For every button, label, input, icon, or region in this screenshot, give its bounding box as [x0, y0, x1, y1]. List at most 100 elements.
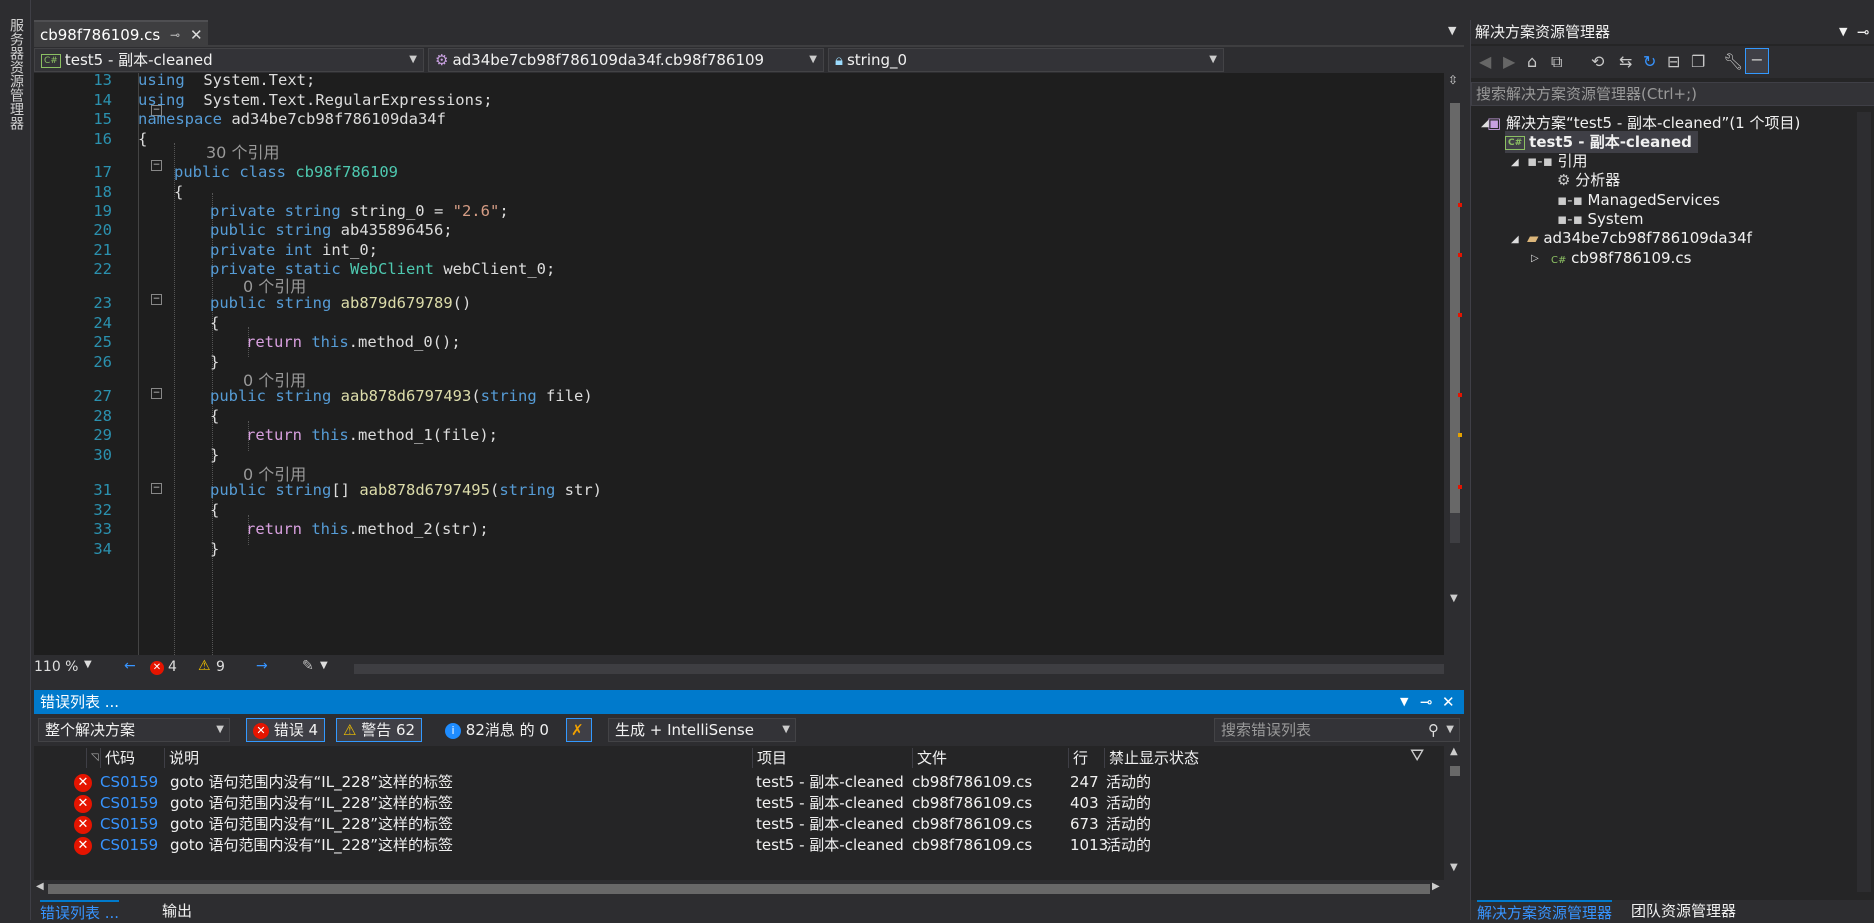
project-dropdown[interactable]: C# test5 - 副本-cleaned ▼ [34, 48, 424, 72]
warning-count[interactable]: 9 [216, 659, 225, 675]
member-dropdown[interactable]: 🔒︎ string_0 ▼ [828, 48, 1224, 72]
code-line[interactable]: return this.method_2(str); [246, 520, 489, 538]
code-line[interactable]: } [210, 446, 219, 464]
scroll-left-icon[interactable]: ◀ [36, 881, 44, 892]
back-icon[interactable]: ◀ [1479, 52, 1491, 71]
tree-file-node[interactable]: C# cb98f786109.cs [1551, 247, 1691, 269]
pin-icon[interactable]: ⊸ [1857, 20, 1870, 44]
collapse-all-icon[interactable]: ⊟ [1667, 52, 1680, 71]
column-header-code[interactable]: 代码 [100, 748, 135, 768]
code-line[interactable]: { [210, 501, 219, 519]
code-line[interactable]: { [174, 183, 183, 201]
window-menu-icon[interactable]: ▼ [1400, 690, 1408, 714]
arrow-right-icon[interactable]: → [256, 658, 268, 674]
home-icon[interactable]: ⌂ [1527, 52, 1537, 71]
search-icon[interactable]: ⚲ [1428, 719, 1439, 741]
chevron-down-icon[interactable]: ▼ [320, 660, 328, 671]
server-explorer-tab[interactable]: 服务器资源管理器 [6, 18, 26, 130]
column-header-description[interactable]: 说明 [164, 748, 199, 768]
error-list-vertical-scrollbar[interactable]: ▲ ▼ [1446, 746, 1464, 880]
scroll-up-icon[interactable]: ▲ [1450, 746, 1458, 757]
code-line[interactable]: private string string_0 = "2.6"; [210, 202, 509, 220]
window-menu-icon[interactable]: ▼ [1839, 20, 1847, 44]
type-dropdown[interactable]: ⚙ ad34be7cb98f786109da34f.cb98f786109 ▼ [428, 48, 824, 72]
column-header-suppression[interactable]: 禁止显示状态 [1104, 748, 1199, 768]
scroll-right-icon[interactable]: ▶ [1432, 881, 1440, 892]
column-chooser-icon[interactable]: ◹ [86, 748, 99, 768]
scope-dropdown[interactable]: 整个解决方案 ▼ [38, 718, 230, 742]
editor-vertical-scrollbar[interactable]: ⇳ ▼ [1444, 73, 1466, 655]
code-line[interactable]: return this.method_1(file); [246, 426, 498, 444]
expand-triangle-icon[interactable]: ◢ [1481, 118, 1489, 129]
code-line[interactable]: } [210, 540, 219, 558]
expand-triangle-icon[interactable]: ◢ [1511, 157, 1519, 168]
solution-explorer-title-bar[interactable]: 解决方案资源管理器 ▼ ⊸ [1471, 20, 1874, 44]
table-row[interactable]: ✕ CS0159 goto 语句范围内没有“IL_228”这样的标签 test5 - … [34, 833, 1444, 858]
chevron-down-icon[interactable]: ▼ [84, 659, 92, 670]
build-filter-dropdown[interactable]: 生成 + IntelliSense ▼ [608, 718, 796, 742]
switch-views-icon[interactable]: ⧉ [1551, 52, 1562, 72]
arrow-left-icon[interactable]: ← [124, 658, 136, 674]
code-line[interactable]: public class cb98f786109 [174, 163, 398, 181]
tab-team-explorer[interactable]: 团队资源管理器 [1631, 900, 1736, 921]
code-editor[interactable]: − − − − − 30 个引用 0 个引用 0 个引用 0 个引用 13 usi… [34, 73, 1444, 655]
refresh-icon[interactable]: ↻ [1643, 52, 1656, 71]
fold-toggle-icon[interactable]: − [151, 483, 162, 494]
error-count[interactable]: 4 [168, 659, 177, 675]
code-line[interactable]: namespace ad34be7cb98f786109da34f [138, 110, 446, 128]
sync-icon[interactable]: ⇆ [1619, 52, 1632, 71]
error-list-title-bar[interactable]: 错误列表 ... ▼ ⊸ ✕ [34, 690, 1464, 714]
code-line[interactable]: return this.method_0(); [246, 333, 461, 351]
error-code-link[interactable]: CS0159 [100, 833, 158, 858]
solution-explorer-scrollbar[interactable] [1857, 112, 1871, 892]
zoom-level[interactable]: 110 % [34, 659, 78, 675]
code-line[interactable]: public string aab878d6797493(string file… [210, 387, 593, 405]
fold-toggle-icon[interactable]: − [151, 160, 162, 171]
clear-filter-icon[interactable]: ✗ [566, 718, 592, 742]
editor-horizontal-scrollbar[interactable] [354, 664, 1444, 674]
collapse-triangle-icon[interactable]: ▷ [1531, 253, 1539, 264]
tab-overflow-icon[interactable]: ▼ [1448, 24, 1456, 37]
scroll-thumb[interactable] [1450, 103, 1460, 513]
code-line[interactable]: public string[] aab878d6797495(string st… [210, 481, 602, 499]
forward-icon[interactable]: ▶ [1503, 52, 1515, 71]
column-header-project[interactable]: 项目 [752, 748, 787, 768]
code-line[interactable]: private static WebClient webClient_0; [210, 260, 555, 278]
warnings-filter-button[interactable]: ⚠ 警告 62 [336, 718, 423, 742]
code-line[interactable]: { [138, 130, 147, 148]
column-header-line[interactable]: 行 [1068, 748, 1088, 768]
code-line[interactable]: { [210, 314, 219, 332]
scroll-thumb[interactable] [1450, 766, 1460, 776]
scroll-down-icon[interactable]: ▼ [1450, 862, 1458, 873]
error-search-input[interactable]: 搜索错误列表 ⚲ ▼ [1214, 718, 1460, 742]
cleanup-brush-icon[interactable]: ✎ [302, 658, 314, 674]
code-line[interactable]: private int int_0; [210, 241, 378, 259]
close-icon[interactable]: ✕ [1442, 690, 1455, 714]
split-icon[interactable]: ⇳ [1448, 73, 1462, 87]
reference-count-lens[interactable]: 30 个引用 [206, 139, 279, 163]
document-tab[interactable]: cb98f786109.cs ⊸ ✕ [34, 20, 208, 46]
history-icon[interactable]: ⟲ [1591, 52, 1604, 71]
properties-wrench-icon[interactable]: 🔧︎ [1723, 52, 1743, 71]
tree-folder-node[interactable]: ▰ ad34be7cb98f786109da34f [1527, 227, 1752, 249]
pin-icon[interactable]: ⊸ [1420, 690, 1433, 714]
fold-toggle-icon[interactable]: − [151, 388, 162, 399]
code-line[interactable]: } [210, 353, 219, 371]
code-line[interactable]: public string ab879d679789() [210, 294, 471, 312]
scroll-down-icon[interactable]: ▼ [1450, 593, 1458, 604]
solution-search-input[interactable]: 搜索解决方案资源管理器(Ctrl+;) [1471, 82, 1874, 106]
error-list-horizontal-scrollbar[interactable]: ◀ ▶ [34, 880, 1444, 898]
column-header-file[interactable]: 文件 [912, 748, 947, 768]
show-all-files-icon[interactable]: ❐ [1691, 52, 1705, 71]
expand-triangle-icon[interactable]: ◢ [1511, 234, 1519, 245]
code-line[interactable]: { [210, 407, 219, 425]
code-line[interactable]: public string ab435896456; [210, 221, 453, 239]
fold-toggle-icon[interactable]: − [151, 294, 162, 305]
tab-output[interactable]: 输出 [162, 900, 192, 921]
code-line[interactable]: using System.Text; [138, 73, 315, 89]
tree-reference-item[interactable]: ⚙ 分析器 [1557, 169, 1620, 191]
errors-filter-button[interactable]: ✕ 错误 4 [246, 718, 326, 742]
scroll-thumb[interactable] [48, 884, 1430, 894]
messages-filter-button[interactable]: i 82消息 的 0 [438, 718, 556, 742]
preview-selected-icon[interactable]: − [1745, 48, 1769, 74]
